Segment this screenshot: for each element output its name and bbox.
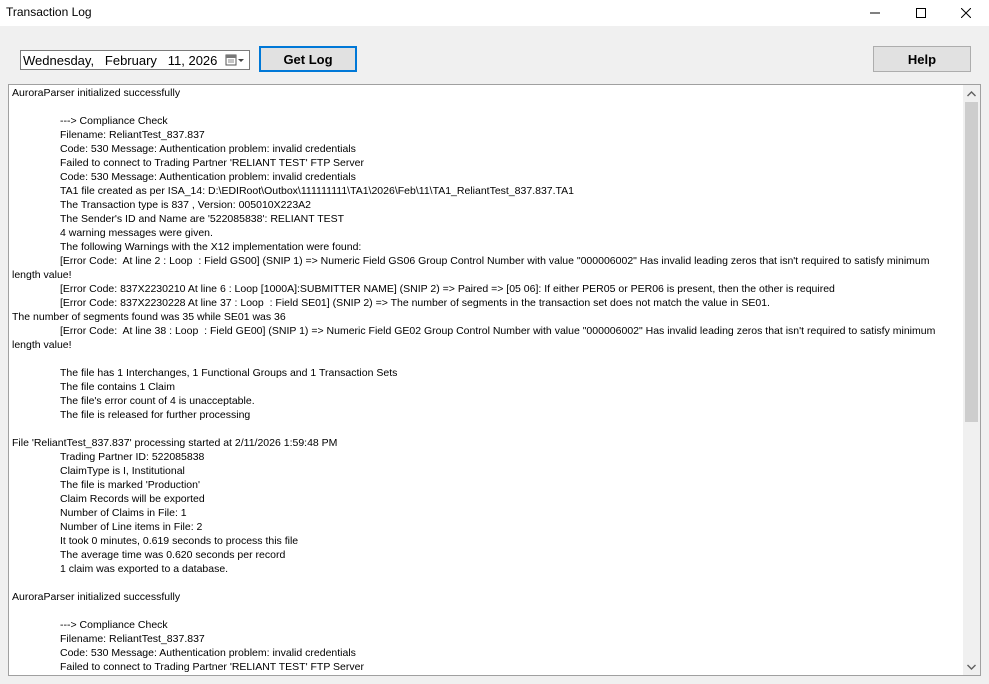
log-line: [Error Code: At line 2 : Loop : Field GS… <box>60 255 930 267</box>
date-picker[interactable]: Wednesday, February 11, 2026 <box>20 50 250 70</box>
window-title: Transaction Log <box>6 5 92 19</box>
log-line: It took 0 minutes, 0.619 seconds to proc… <box>60 535 299 547</box>
log-line: Filename: ReliantTest_837.837 <box>60 129 205 141</box>
log-line: Failed to connect to Trading Partner 'RE… <box>60 661 364 673</box>
maximize-button[interactable] <box>898 0 944 26</box>
transaction-log-textarea[interactable]: AuroraParser initialized successfully ---… <box>8 84 981 676</box>
log-line: ---> Compliance Check <box>60 115 168 127</box>
log-line: Number of Line items in File: 2 <box>60 521 203 533</box>
log-line: Trading Partner ID: 522085838 <box>60 451 205 463</box>
scrollbar-thumb[interactable] <box>965 102 978 422</box>
log-line: Filename: ReliantTest_837.837 <box>60 633 205 645</box>
minimize-icon <box>870 12 880 14</box>
log-line: ClaimType is I, Institutional <box>60 465 185 477</box>
log-line: ---> Compliance Check <box>60 619 168 631</box>
log-content: AuroraParser initialized successfully ---… <box>12 86 960 674</box>
toolbar: Wednesday, February 11, 2026 Get Log Hel… <box>0 26 989 82</box>
log-line: The file is marked 'Production' <box>60 479 200 491</box>
log-line: File 'ReliantTest_837.837' processing st… <box>12 437 338 449</box>
log-line: length value! <box>12 269 72 281</box>
help-button[interactable]: Help <box>873 46 971 72</box>
maximize-icon <box>916 8 926 18</box>
log-line: Code: 530 Message: Authentication proble… <box>60 171 356 183</box>
calendar-dropdown-icon[interactable] <box>221 51 249 69</box>
log-line: 4 warning messages were given. <box>60 227 213 239</box>
log-line: The file has 1 Interchanges, 1 Functiona… <box>60 367 398 379</box>
log-line: The number of segments found was 35 whil… <box>12 311 286 323</box>
log-line: Claim Records will be exported <box>60 493 205 505</box>
log-line: AuroraParser initialized successfully <box>12 87 181 99</box>
log-line: Number of Claims in File: 1 <box>60 507 187 519</box>
log-line: [Error Code: At line 38 : Loop : Field G… <box>60 325 936 337</box>
log-line: 1 claim was exported to a database. <box>60 563 229 575</box>
minimize-button[interactable] <box>852 0 898 26</box>
scroll-down-arrow-icon[interactable] <box>963 658 980 675</box>
log-line: length value! <box>12 339 72 351</box>
log-line: [Error Code: 837X2230228 At line 37 : Lo… <box>60 297 770 309</box>
scroll-up-arrow-icon[interactable] <box>963 85 980 102</box>
log-line: Failed to connect to Trading Partner 'RE… <box>60 157 364 169</box>
log-line: AuroraParser initialized successfully <box>12 591 181 603</box>
close-button[interactable] <box>943 0 989 26</box>
log-line: The average time was 0.620 seconds per r… <box>60 549 286 561</box>
log-line: The file is released for further process… <box>60 409 251 421</box>
vertical-scrollbar[interactable] <box>963 85 980 675</box>
log-line: The file contains 1 Claim <box>60 381 175 393</box>
title-bar: Transaction Log <box>0 0 989 26</box>
log-line: Code: 530 Message: Authentication proble… <box>60 143 356 155</box>
log-line: TA1 file created as per ISA_14: D:\EDIRo… <box>60 185 575 197</box>
close-icon <box>961 8 971 18</box>
log-line: The following Warnings with the X12 impl… <box>60 241 362 253</box>
get-log-button[interactable]: Get Log <box>259 46 357 72</box>
log-line: [Error Code: 837X2230210 At line 6 : Loo… <box>60 283 835 295</box>
log-line: The Sender's ID and Name are '522085838'… <box>60 213 345 225</box>
log-line: The file's error count of 4 is unaccepta… <box>60 395 255 407</box>
log-line: The Transaction type is 837 , Version: 0… <box>60 199 312 211</box>
date-value: Wednesday, February 11, 2026 <box>23 52 218 68</box>
log-line: Code: 530 Message: Authentication proble… <box>60 647 356 659</box>
